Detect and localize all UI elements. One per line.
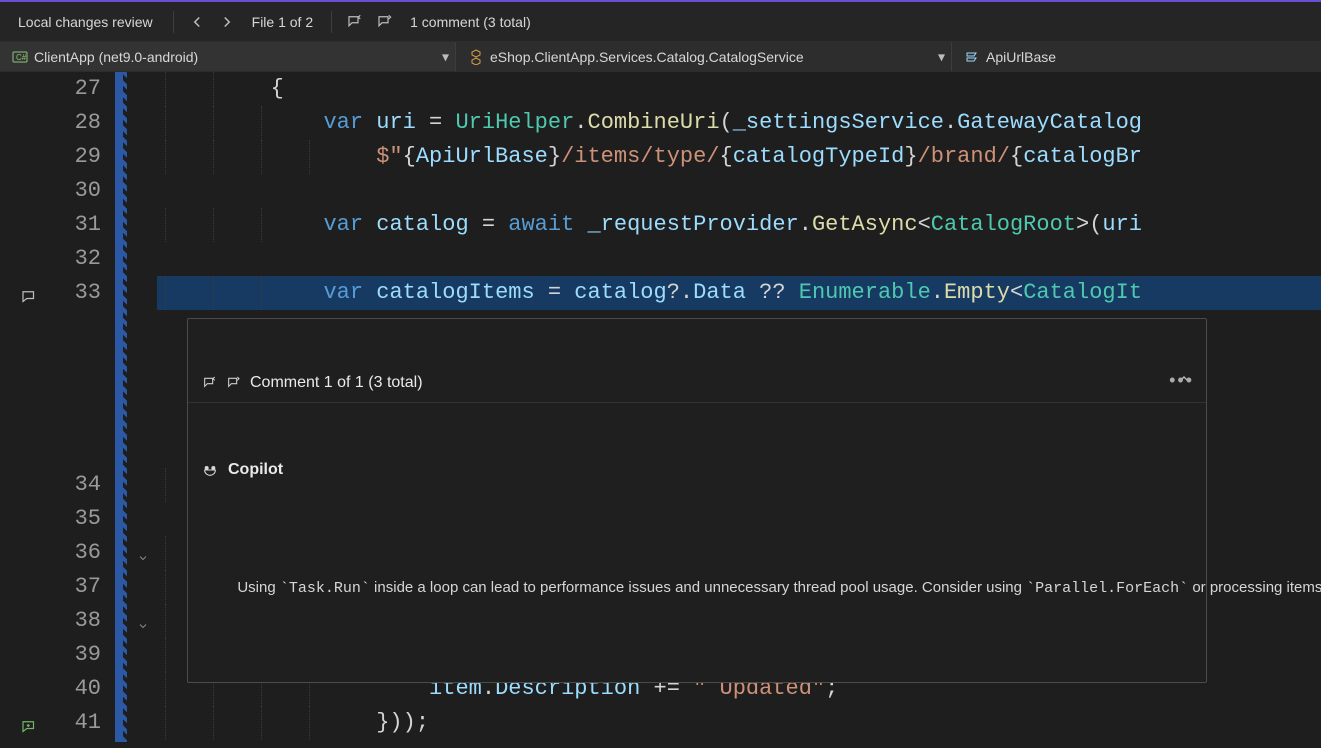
code-line[interactable]: $"{ApiUrlBase}/items/type/{catalogTypeId… xyxy=(157,140,1321,174)
line-number: 36 xyxy=(55,536,101,570)
comment-more-button[interactable]: ••• xyxy=(1169,369,1194,391)
code-line[interactable]: var catalog = await _requestProvider.Get… xyxy=(157,208,1321,242)
comment-body: Using `Task.Run` inside a loop can lead … xyxy=(188,551,1206,638)
csharp-project-icon: C# xyxy=(12,49,28,65)
change-marker-gutter xyxy=(115,72,135,742)
comment-code: `Task.Run` xyxy=(280,580,370,597)
add-comment-glyph-icon[interactable] xyxy=(20,714,38,748)
comment-author-row: Copilot xyxy=(188,447,1206,485)
breadcrumb-namespace-label: eShop.ClientApp.Services.Catalog.Catalog… xyxy=(490,49,804,65)
comment-text: Using xyxy=(237,579,280,596)
comment-text: or processing items sequentially if the … xyxy=(1188,579,1321,596)
breadcrumb-namespace[interactable]: eShop.ClientApp.Services.Catalog.Catalog… xyxy=(455,42,951,71)
prev-thread-icon[interactable] xyxy=(202,375,218,391)
line-number: 28 xyxy=(55,106,101,140)
code-line[interactable]: var uri = UriHelper.CombineUri(_settings… xyxy=(157,106,1321,140)
comment-popover-title: Comment 1 of 1 (3 total) xyxy=(250,372,1124,394)
line-number: 35 xyxy=(55,502,101,536)
chevron-down-icon: ▾ xyxy=(442,48,449,65)
comment-glyph-icon[interactable] xyxy=(20,284,38,318)
next-thread-icon[interactable] xyxy=(226,375,242,391)
line-number: 34 xyxy=(55,468,101,502)
next-file-button[interactable] xyxy=(214,9,240,35)
copilot-icon xyxy=(202,462,218,478)
line-number: 39 xyxy=(55,638,101,672)
breadcrumb-bar: C# ClientApp (net9.0-android) ▾ eShop.Cl… xyxy=(0,42,1321,72)
separator xyxy=(173,11,174,33)
fold-gutter xyxy=(135,72,157,742)
line-number: 41 xyxy=(55,706,101,740)
breadcrumb-project[interactable]: C# ClientApp (net9.0-android) ▾ xyxy=(0,42,455,71)
prev-comment-button[interactable] xyxy=(342,9,368,35)
comment-counter: 1 comment (3 total) xyxy=(402,14,539,30)
line-number: 27 xyxy=(55,72,101,106)
line-number: 32 xyxy=(55,242,101,276)
breadcrumb-project-label: ClientApp (net9.0-android) xyxy=(34,49,198,65)
prev-file-button[interactable] xyxy=(184,9,210,35)
review-toolbar: Local changes review File 1 of 2 1 comme… xyxy=(0,2,1321,42)
comment-popover: Comment 1 of 1 (3 total) Copilot ••• Usi… xyxy=(187,318,1207,683)
glyph-margin xyxy=(0,72,55,742)
field-icon xyxy=(964,49,980,65)
separator xyxy=(331,11,332,33)
next-comment-button[interactable] xyxy=(372,9,398,35)
line-number: 40 xyxy=(55,672,101,706)
code-editor[interactable]: 27282930313233 3435363738394041 Comment 1… xyxy=(0,72,1321,742)
line-number: 31 xyxy=(55,208,101,242)
breadcrumb-member[interactable]: ApiUrlBase xyxy=(951,42,1321,71)
line-number: 30 xyxy=(55,174,101,208)
code-content[interactable]: Comment 1 of 1 (3 total) Copilot ••• Usi… xyxy=(157,72,1321,742)
comment-text: inside a loop can lead to performance is… xyxy=(370,579,1026,596)
comment-popover-header: Comment 1 of 1 (3 total) xyxy=(188,363,1206,403)
svg-text:C#: C# xyxy=(16,53,27,62)
comment-author-name: Copilot xyxy=(228,459,283,481)
breadcrumb-member-label: ApiUrlBase xyxy=(986,49,1056,65)
review-mode-label: Local changes review xyxy=(8,8,163,36)
code-line[interactable] xyxy=(157,242,1321,276)
comment-code: `Parallel.ForEach` xyxy=(1026,580,1188,597)
code-line[interactable]: })); xyxy=(157,706,1321,740)
code-line[interactable]: var catalogItems = catalog?.Data ?? Enum… xyxy=(157,276,1321,310)
line-number: 29 xyxy=(55,140,101,174)
file-counter: File 1 of 2 xyxy=(244,14,321,30)
line-number-gutter: 27282930313233 3435363738394041 xyxy=(55,72,115,742)
chevron-down-icon: ▾ xyxy=(938,48,945,65)
line-number: 38 xyxy=(55,604,101,638)
line-number: 37 xyxy=(55,570,101,604)
code-line[interactable]: { xyxy=(157,72,1321,106)
line-number: 33 xyxy=(55,276,101,310)
class-icon xyxy=(468,49,484,65)
code-line[interactable] xyxy=(157,174,1321,208)
